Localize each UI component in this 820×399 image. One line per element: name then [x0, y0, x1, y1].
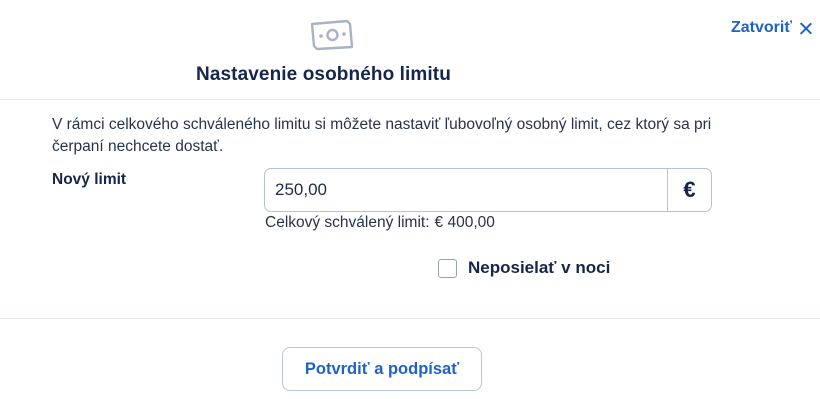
- close-button[interactable]: Zatvoriť: [731, 16, 812, 40]
- close-icon: [799, 22, 812, 35]
- footer-divider: [0, 318, 820, 319]
- no-night-notifications-option[interactable]: Neposielať v noci: [438, 258, 610, 278]
- dialog-title: Nastavenie osobného limitu: [196, 64, 451, 85]
- dialog-header: Nastavenie osobného limitu Zatvoriť: [0, 0, 820, 100]
- approved-limit-label: Celkový schválený limit:: [265, 214, 430, 231]
- approved-limit-hint: Celkový schválený limit: € 400,00: [265, 214, 495, 232]
- currency-addon: €: [667, 169, 711, 211]
- approved-limit-value: € 400,00: [434, 214, 495, 231]
- new-limit-label: Nový limit: [52, 171, 127, 188]
- close-button-label: Zatvoriť: [731, 19, 793, 36]
- confirm-and-sign-button[interactable]: Potvrdiť a podpísať: [282, 347, 482, 391]
- new-limit-input[interactable]: [265, 169, 667, 211]
- no-night-notifications-checkbox[interactable]: [438, 258, 457, 278]
- new-limit-field: €: [264, 168, 712, 212]
- limit-description: V rámci celkového schváleného limitu si …: [52, 116, 712, 155]
- no-night-notifications-label: Neposielať v noci: [468, 258, 611, 277]
- money-banknote-icon: [310, 19, 354, 51]
- euro-icon: €: [683, 177, 696, 202]
